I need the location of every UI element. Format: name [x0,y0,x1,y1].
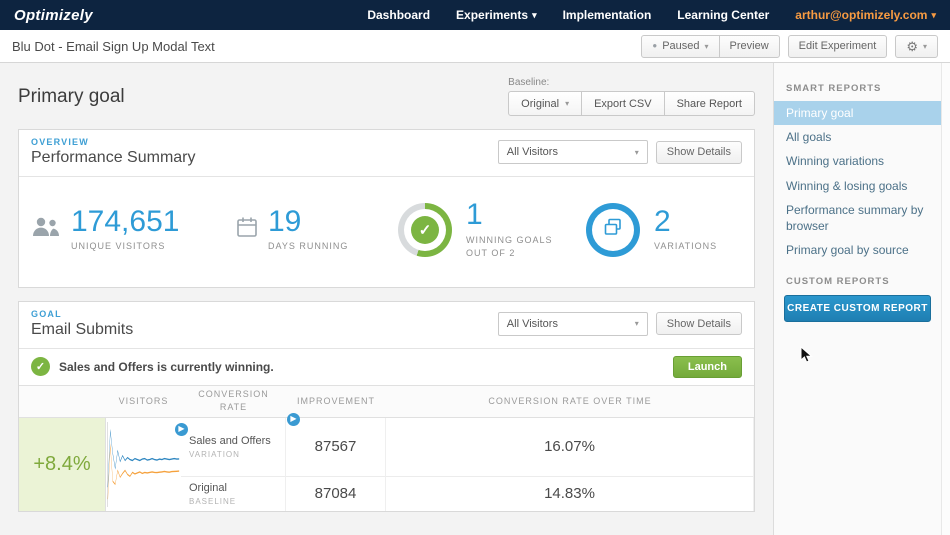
winning-goals-value: 1 [466,198,483,231]
goal-card: GOAL Email Submits All Visitors ▾ Show D… [18,300,755,512]
reports-sidebar: SMART REPORTS Primary goal All goals Win… [773,63,941,535]
column-header-chart: CONVERSION RATE OVER TIME [386,385,754,418]
days-running-value: 19 [268,204,302,238]
caret-down-icon: ▾ [565,99,570,108]
sidebar-item-primary-goal[interactable]: Primary goal [774,101,941,126]
overview-show-details-button[interactable]: Show Details [655,140,742,164]
overview-title: Performance Summary [31,149,196,166]
goal-eyebrow: GOAL [31,308,62,319]
sidebar-item-primary-goal-by-source[interactable]: Primary goal by source [774,238,941,262]
edit-experiment-button[interactable]: Edit Experiment [787,34,888,58]
launch-button[interactable]: Launch [672,355,742,378]
baseline-label: Baseline: [508,77,550,88]
calendar-icon [236,216,258,243]
report-toolbar: Baseline: Original ▾ Export CSV Share Re… [508,77,755,116]
status-dot-icon: ● [652,41,658,50]
sidebar-item-all-goals[interactable]: All goals [774,125,941,149]
winning-goals-donut: ✓ [398,202,452,257]
check-icon: ✓ [411,215,439,244]
nav-implementation[interactable]: Implementation [563,8,652,22]
smart-reports-header: SMART REPORTS [786,83,882,94]
top-navbar: Optimizely Dashboard Experiments ▾ Imple… [0,0,950,30]
winning-banner: ✓ Sales and Offers is currently winning.… [19,349,754,386]
variations-value: 2 [654,204,671,238]
share-report-button[interactable]: Share Report [663,91,755,116]
overview-card: OVERVIEW Performance Summary All Visitor… [18,129,755,288]
caret-down-icon: ▾ [532,9,537,20]
table-row-baseline-name: Original BASELINE [181,476,286,511]
settings-button[interactable]: ⚙ ▾ [895,34,938,58]
check-icon: ✓ [31,357,50,376]
segment-popover-arrow-icon[interactable]: ▶ [175,422,188,436]
gear-icon: ⚙ [906,38,918,54]
page-title: Primary goal [18,85,125,107]
variations-label: VARIATIONS [654,241,718,252]
nav-experiments[interactable]: Experiments ▾ [456,8,537,22]
stat-variations: 2 VARIATIONS [586,202,718,257]
stat-days-running: 19 DAYS RUNNING [236,206,398,254]
preview-button[interactable]: Preview [718,34,780,58]
conversion-chart [106,417,181,511]
sidebar-item-winning-losing-goals[interactable]: Winning & losing goals [774,174,941,198]
optimizely-logo[interactable]: Optimizely [14,7,93,24]
caret-down-icon: ▾ [922,41,927,51]
column-header-visitors: VISITORS [106,385,181,418]
conversion-chart-svg [107,421,180,507]
nav-dashboard[interactable]: Dashboard [367,8,430,22]
days-running-label: DAYS RUNNING [268,241,349,252]
segment-popover-arrow-icon[interactable]: ▶ [287,412,300,426]
table-row-variation-name: Sales and Offers VARIATION [181,417,286,477]
variations-donut [586,202,640,257]
experiment-header: Blu Dot - Email Sign Up Modal Text ● Pau… [0,30,950,63]
nav-links: Dashboard Experiments ▾ Implementation L… [367,8,936,22]
unique-visitors-value: 174,651 [71,204,180,238]
caret-down-icon: ▾ [634,319,639,328]
sidebar-item-winning-variations[interactable]: Winning variations [774,149,941,173]
visitors-people-icon [31,217,61,242]
improvement-cell: +8.4% [19,417,106,511]
winning-banner-text: Sales and Offers is currently winning. [59,359,274,374]
baseline-visitors-cell: 87084 [286,476,386,511]
stat-unique-visitors: 174,651 UNIQUE VISITORS [31,206,236,254]
variation-rate-cell: 16.07% [386,417,754,477]
scrollbar-track[interactable] [941,63,950,535]
column-header-conversion-rate: CONVERSION RATE [181,385,286,418]
paused-status-button[interactable]: ● Paused ▾ [641,34,720,58]
experiment-title: Blu Dot - Email Sign Up Modal Text [12,38,215,54]
winning-goals-label: WINNING GOALS OUT OF 2 [466,234,553,259]
goal-show-details-button[interactable]: Show Details [655,312,742,335]
variation-visitors-cell: 87567 [286,417,386,477]
sidebar-item-performance-by-browser[interactable]: Performance summary by browser [774,198,941,238]
create-custom-report-button[interactable]: CREATE CUSTOM REPORT [784,295,931,323]
nav-learning-center[interactable]: Learning Center [677,8,769,22]
overview-segment-select[interactable]: All Visitors ▾ [497,140,648,164]
caret-down-icon: ▾ [931,9,936,20]
stat-winning-goals: ✓ 1 WINNING GOALS OUT OF 2 [398,199,586,261]
column-header-improvement: IMPROVEMENT [286,385,386,418]
results-table: VISITORS CONVERSION RATE IMPROVEMENT CON… [19,385,754,511]
column-header-blank [19,385,106,418]
export-csv-button[interactable]: Export CSV [581,91,665,116]
goal-title: Email Submits [31,320,134,338]
caret-down-icon: ▾ [634,147,639,157]
caret-down-icon: ▾ [704,41,709,51]
variations-layers-icon [602,216,624,243]
overview-eyebrow: OVERVIEW [31,137,89,147]
unique-visitors-label: UNIQUE VISITORS [71,241,166,252]
custom-reports-header: CUSTOM REPORTS [786,276,890,288]
baseline-rate-cell: 14.83% [386,476,754,511]
goal-segment-select[interactable]: All Visitors ▾ [497,311,648,336]
baseline-select[interactable]: Original ▾ [508,91,583,116]
report-main: Primary goal Baseline: Original ▾ Export… [0,63,773,535]
account-menu[interactable]: arthur@optimizely.com ▾ [795,8,936,22]
